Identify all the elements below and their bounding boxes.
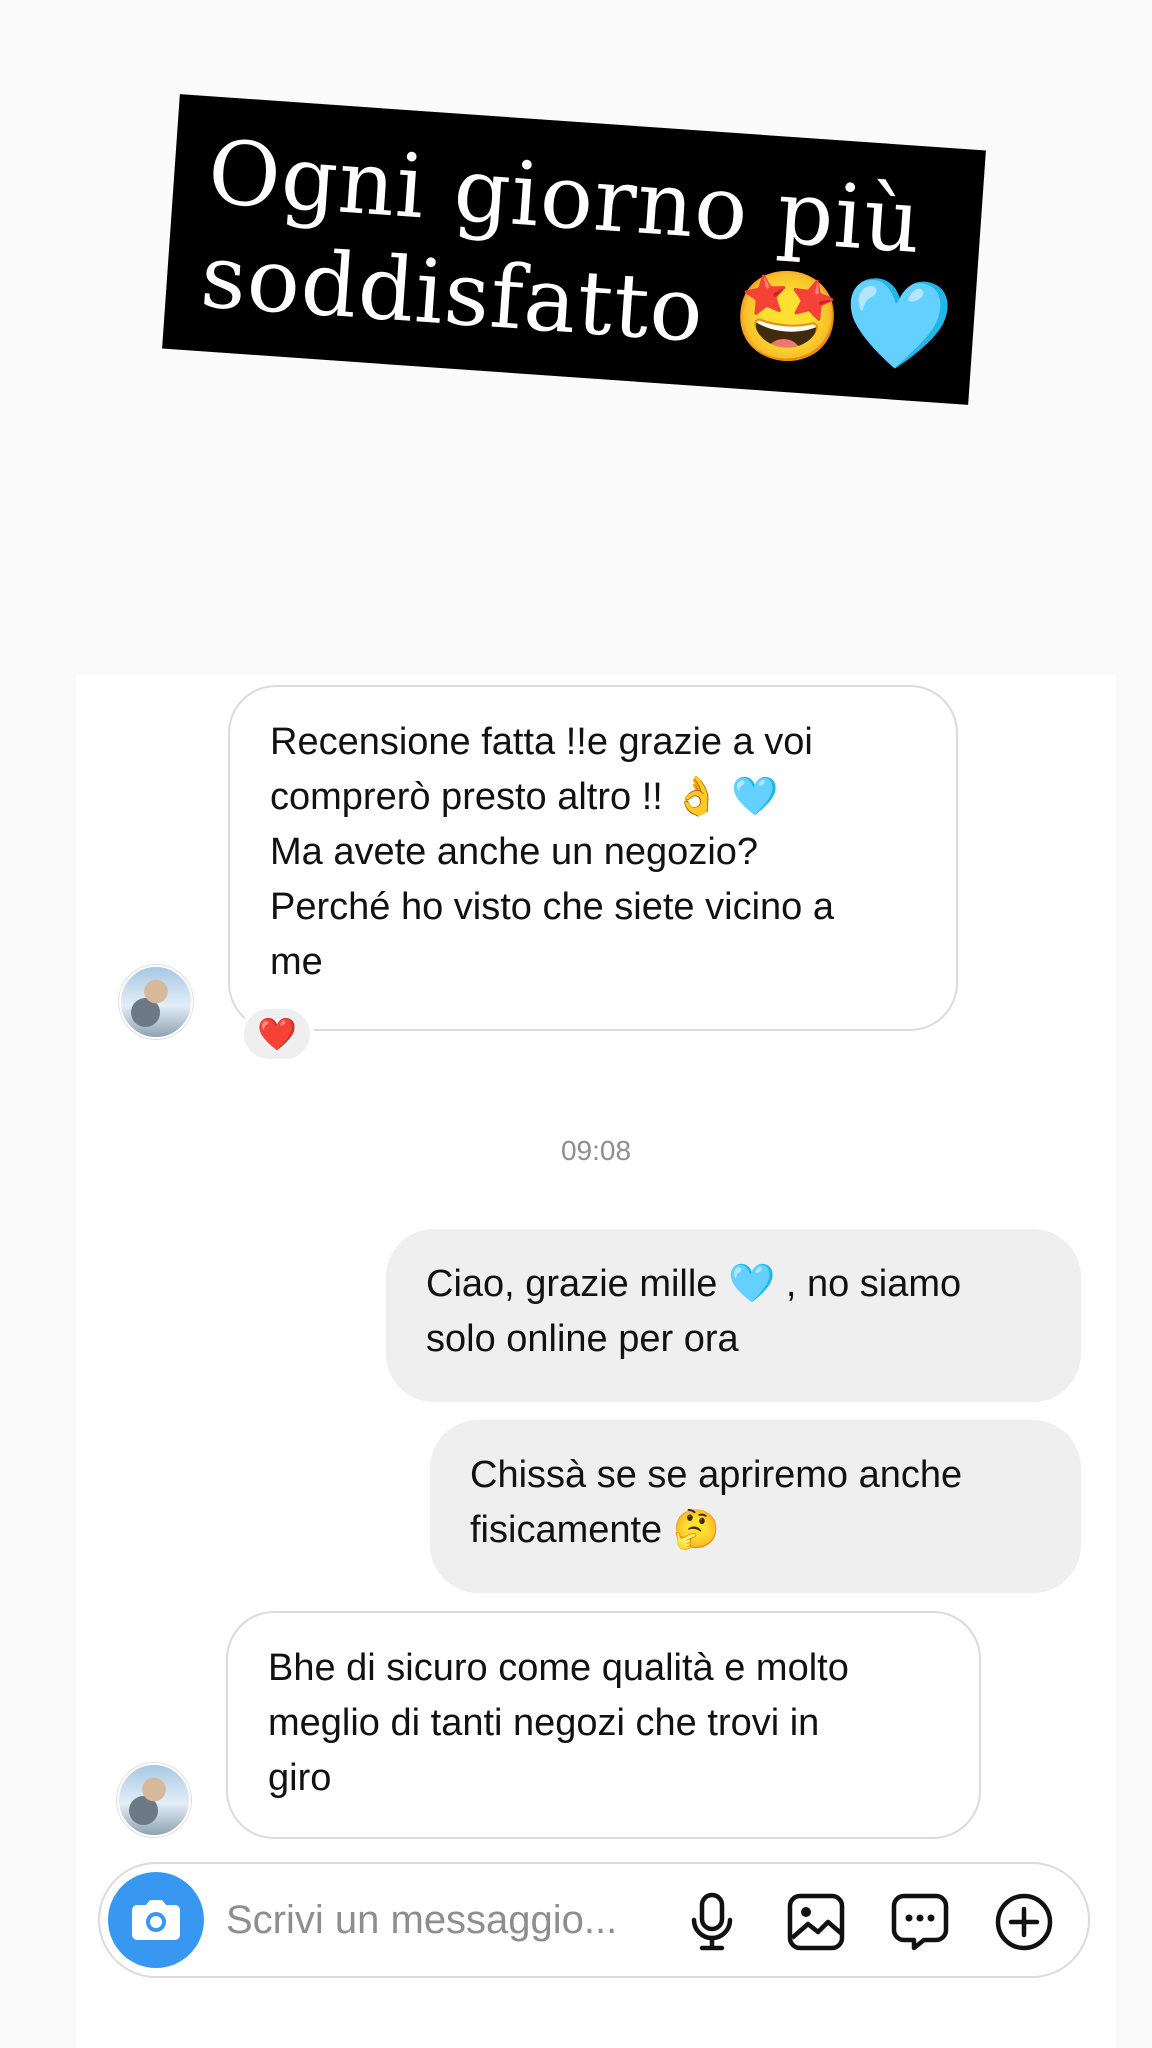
camera-icon — [132, 1900, 180, 1940]
gallery-button[interactable] — [784, 1890, 848, 1954]
sticker-button[interactable] — [888, 1890, 952, 1954]
message-line: me — [270, 941, 323, 983]
heart-reaction[interactable]: ❤️ — [240, 1005, 314, 1063]
message-line: Bhe di sicuro come qualità e molto — [268, 1647, 849, 1689]
message-line: comprerò presto altro !! 👌 🩵 — [270, 776, 779, 818]
message-timestamp: 09:08 — [560, 1135, 632, 1166]
outgoing-message-bubble[interactable]: Chissà se se apriremo anche fisicamente … — [430, 1420, 1081, 1593]
message-line: solo online per ora — [426, 1318, 739, 1360]
message-line: Recensione fatta !!e grazie a voi — [270, 721, 813, 763]
microphone-button[interactable] — [680, 1890, 744, 1954]
add-button[interactable] — [992, 1890, 1056, 1954]
message-line: Perché ho visto che siete vicino a — [270, 886, 834, 928]
message-line: meglio di tanti negozi che trovi in — [268, 1702, 820, 1744]
contact-avatar[interactable] — [119, 965, 193, 1039]
chat-screenshot: Recensione fatta !!e grazie a voi compre… — [76, 675, 1116, 2048]
story-screen: Ogni giorno più soddisfatto 🤩🩵 Recension… — [0, 0, 1152, 2048]
outgoing-message-bubble[interactable]: Ciao, grazie mille 🩵 , no siamo solo onl… — [386, 1229, 1081, 1402]
camera-button[interactable] — [108, 1872, 204, 1968]
incoming-message-bubble[interactable]: Recensione fatta !!e grazie a voi compre… — [228, 685, 958, 1031]
message-line: Ciao, grazie mille 🩵 , no siamo — [426, 1263, 962, 1305]
incoming-message-bubble[interactable]: Bhe di sicuro come qualità e molto megli… — [226, 1611, 981, 1839]
message-line: Chissà se se apriremo anche — [470, 1454, 963, 1496]
microphone-icon — [691, 1892, 733, 1951]
sticker-chat-icon — [891, 1893, 949, 1951]
message-composer: Scrivi un messaggio... — [98, 1862, 1090, 1978]
plus-circle-icon — [995, 1893, 1053, 1951]
message-line: fisicamente 🤔 — [470, 1509, 721, 1551]
message-line: giro — [268, 1757, 332, 1799]
message-input[interactable]: Scrivi un messaggio... — [226, 1898, 617, 1943]
image-icon — [787, 1893, 845, 1951]
heart-icon: ❤️ — [257, 1016, 297, 1052]
message-line: Ma avete anche un negozio? — [270, 831, 759, 873]
story-caption: Ogni giorno più soddisfatto 🤩🩵 — [162, 94, 986, 405]
caption-text: Ogni giorno più soddisfatto 🤩🩵 — [198, 120, 957, 379]
contact-avatar[interactable] — [117, 1763, 191, 1837]
